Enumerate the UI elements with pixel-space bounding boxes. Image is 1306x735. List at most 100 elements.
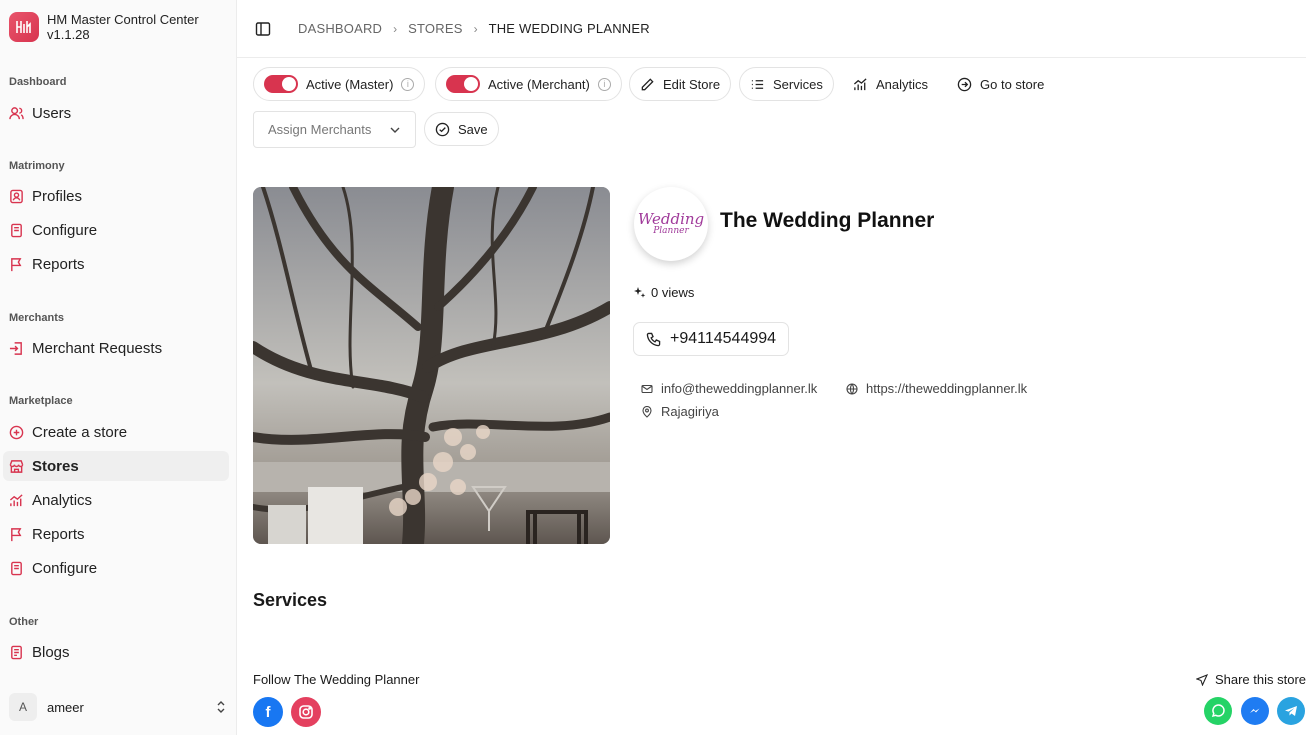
assign-merchants-placeholder: Assign Merchants bbox=[268, 122, 372, 137]
app-logo-icon bbox=[9, 12, 39, 42]
flag-icon bbox=[11, 257, 22, 271]
go-to-store-button[interactable]: Go to store bbox=[946, 67, 1056, 101]
services-button[interactable]: Services bbox=[739, 67, 834, 101]
sidebar-item-users[interactable]: Users bbox=[3, 98, 229, 128]
email-text: info@theweddingplanner.lk bbox=[661, 381, 818, 396]
sidebar-item-label: Analytics bbox=[32, 491, 93, 509]
edit-store-button[interactable]: Edit Store bbox=[629, 67, 732, 101]
breadcrumb: DASHBOARD › STORES › THE WEDDING PLANNER bbox=[298, 21, 650, 36]
avatar: A bbox=[9, 693, 37, 721]
map-pin-icon bbox=[642, 405, 652, 418]
breadcrumb-dashboard[interactable]: DASHBOARD bbox=[298, 21, 382, 36]
info-icon[interactable]: i bbox=[401, 77, 415, 91]
instagram-icon[interactable] bbox=[291, 697, 321, 727]
blogs-icon bbox=[11, 645, 22, 659]
breadcrumb-stores[interactable]: STORES bbox=[408, 21, 462, 36]
user-name: ameer bbox=[47, 699, 84, 715]
go-to-store-label: Go to store bbox=[980, 76, 1045, 92]
section-label-other: Other bbox=[9, 616, 39, 628]
sidebar-item-marketplace-reports[interactable]: Reports bbox=[3, 519, 229, 549]
store-logo-text-2: Planner bbox=[653, 226, 689, 236]
brand[interactable]: HM Master Control Center v1.1.28 bbox=[9, 12, 199, 42]
messenger-icon[interactable] bbox=[1241, 697, 1269, 725]
facebook-icon[interactable]: f bbox=[253, 697, 283, 727]
sidebar-item-merchant-requests[interactable]: Merchant Requests bbox=[3, 333, 229, 363]
sidebar-item-reports[interactable]: Reports bbox=[3, 249, 229, 279]
send-icon bbox=[1195, 673, 1208, 686]
assign-merchants-select[interactable]: Assign Merchants bbox=[253, 111, 416, 148]
sidebar-item-label: Reports bbox=[32, 525, 85, 543]
analytics-label: Analytics bbox=[876, 76, 929, 92]
active-merchant-toggle[interactable]: Active (Merchant) i bbox=[435, 67, 622, 101]
topbar: DASHBOARD › STORES › THE WEDDING PLANNER bbox=[237, 0, 1306, 58]
check-circle-icon bbox=[435, 122, 450, 136]
location-text: Rajagiriya bbox=[661, 404, 719, 419]
website-text: https://theweddingplanner.lk bbox=[866, 381, 1028, 396]
store-website[interactable]: https://theweddingplanner.lk bbox=[846, 381, 1027, 396]
sidebar-item-stores[interactable]: Stores bbox=[3, 451, 229, 481]
chevron-up-down-icon bbox=[217, 701, 225, 713]
sparkle-icon bbox=[634, 286, 646, 298]
arrow-right-circle-icon bbox=[957, 77, 972, 91]
chevron-down-icon bbox=[390, 127, 400, 133]
sidebar-toggle-icon[interactable] bbox=[255, 21, 271, 37]
views-label: 0 views bbox=[651, 285, 695, 300]
sidebar-item-label: Blogs bbox=[32, 643, 70, 661]
user-menu[interactable]: A ameer bbox=[9, 692, 227, 722]
plus-circle-icon bbox=[9, 425, 24, 439]
section-label-matrimony: Matrimony bbox=[9, 160, 65, 172]
app-version: v1.1.28 bbox=[47, 27, 90, 42]
globe-icon bbox=[846, 382, 858, 395]
phone-icon bbox=[646, 332, 661, 346]
store-cover-image bbox=[253, 187, 610, 544]
login-icon bbox=[9, 341, 22, 355]
users-icon bbox=[9, 106, 24, 119]
mail-icon bbox=[641, 384, 653, 393]
info-icon[interactable]: i bbox=[597, 77, 611, 91]
sidebar-item-label: Merchant Requests bbox=[32, 339, 163, 357]
edit-store-label: Edit Store bbox=[663, 76, 721, 92]
sidebar-item-label: Profiles bbox=[32, 187, 83, 205]
active-master-label: Active (Master) bbox=[306, 76, 394, 92]
analytics-icon bbox=[853, 77, 867, 90]
follow-label: Follow The Wedding Planner bbox=[253, 672, 420, 687]
share-store[interactable]: Share this store bbox=[1195, 672, 1306, 687]
sidebar-item-configure[interactable]: Configure bbox=[3, 215, 229, 245]
sidebar-item-create-store[interactable]: Create a store bbox=[3, 417, 229, 447]
telegram-icon[interactable] bbox=[1277, 697, 1305, 725]
services-heading: Services bbox=[253, 590, 328, 610]
services-label: Services bbox=[773, 76, 823, 92]
sidebar-item-analytics[interactable]: Analytics bbox=[3, 485, 229, 515]
active-merchant-label: Active (Merchant) bbox=[488, 76, 590, 92]
sidebar-item-label: Stores bbox=[32, 457, 79, 475]
sidebar-item-profiles[interactable]: Profiles bbox=[3, 181, 229, 211]
sidebar-item-marketplace-configure[interactable]: Configure bbox=[3, 553, 229, 583]
section-label-dashboard: Dashboard bbox=[9, 76, 67, 88]
save-button[interactable]: Save bbox=[424, 112, 499, 146]
configure-icon bbox=[11, 223, 22, 237]
sidebar-item-label: Configure bbox=[32, 559, 98, 577]
sidebar-item-blogs[interactable]: Blogs bbox=[3, 637, 229, 667]
list-icon bbox=[751, 79, 764, 89]
store-logo-text-1: Wedding bbox=[637, 210, 705, 228]
breadcrumb-separator-icon: › bbox=[473, 21, 478, 36]
pencil-icon bbox=[641, 77, 654, 90]
profile-icon bbox=[10, 189, 23, 203]
store-email[interactable]: info@theweddingplanner.lk bbox=[641, 381, 817, 396]
switch-on-icon[interactable] bbox=[264, 75, 298, 93]
whatsapp-icon[interactable] bbox=[1204, 697, 1232, 725]
flag-icon bbox=[11, 527, 22, 541]
section-label-merchants: Merchants bbox=[9, 312, 65, 324]
store-icon bbox=[9, 459, 24, 473]
phone-button[interactable]: +94114544994 bbox=[633, 322, 790, 356]
analytics-icon bbox=[9, 493, 23, 506]
active-master-toggle[interactable]: Active (Master) i bbox=[253, 67, 426, 101]
share-label: Share this store bbox=[1214, 672, 1306, 687]
store-logo: Wedding Planner bbox=[634, 187, 708, 261]
app-name: HM Master Control Center bbox=[47, 12, 199, 27]
save-label: Save bbox=[458, 121, 488, 137]
analytics-button[interactable]: Analytics bbox=[842, 67, 940, 101]
store-location: Rajagiriya bbox=[641, 404, 719, 419]
switch-on-icon[interactable] bbox=[446, 75, 480, 93]
sidebar-item-label: Reports bbox=[32, 255, 85, 273]
